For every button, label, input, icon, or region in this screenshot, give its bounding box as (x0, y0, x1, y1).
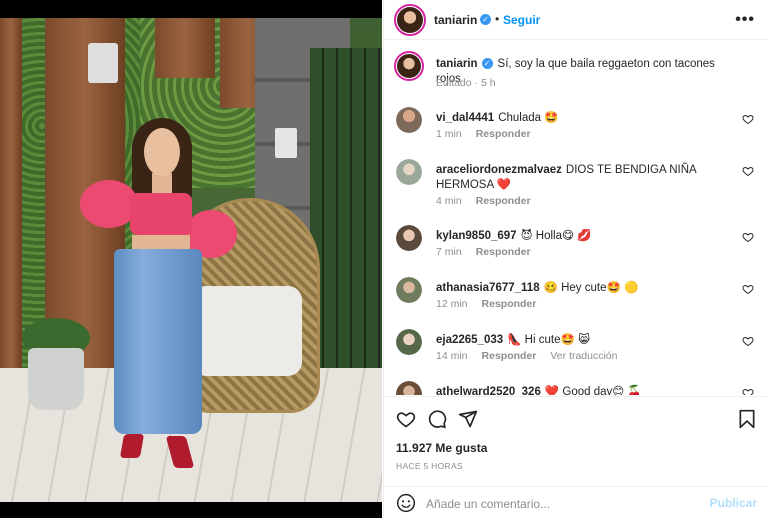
wood-beam-left (0, 18, 22, 368)
comment-body: 😈 Holla😋 💋 (520, 230, 592, 242)
comment-time: 1 min (436, 128, 462, 140)
comment-username[interactable]: athelward2520_326 (436, 386, 541, 395)
separator-dot: • (495, 12, 500, 26)
comment-meta: 4 min Responder (436, 195, 545, 207)
reply-button[interactable]: Responder (476, 246, 531, 258)
photo-scene (0, 18, 382, 502)
avatar[interactable] (396, 381, 422, 395)
post-header: taniarin ✓ • Seguir ••• (384, 0, 768, 40)
comment-text: vi_dal4441 Chulada 🤩 (436, 111, 741, 126)
bookmark-icon[interactable] (737, 409, 757, 429)
publish-button[interactable]: Publicar (710, 496, 757, 510)
avatar[interactable] (396, 225, 422, 251)
emoji-icon[interactable] (396, 493, 416, 513)
comment-username[interactable]: kylan9850_697 (436, 230, 517, 242)
comment-input[interactable] (426, 495, 696, 513)
heart-icon[interactable] (742, 113, 754, 125)
comment-body: ❤️ Good day😊 🍒 (544, 386, 642, 395)
post-panel: taniarin ✓ • Seguir ••• taniarin ✓ Sí, soy… (383, 0, 768, 518)
follow-button[interactable]: Seguir (503, 13, 540, 27)
heart-icon[interactable] (742, 165, 754, 177)
comment-text: araceliordonezmalvaez DIOS TE BENDIGA NIÑ… (436, 163, 741, 193)
comment-username[interactable]: athanasia7677_118 (436, 282, 540, 294)
caption-meta: Editado · 5 h (436, 77, 496, 89)
comment-meta: 14 min Responder Ver traducción (436, 350, 631, 362)
post-timestamp: HACE 5 HORAS (396, 461, 463, 471)
comment-text: kylan9850_697 😈 Holla😋 💋 (436, 229, 741, 244)
caption-username[interactable]: taniarin (436, 58, 478, 70)
heart-icon[interactable] (742, 231, 754, 243)
avatar[interactable] (396, 107, 422, 133)
reply-button[interactable]: Responder (482, 350, 537, 362)
comment-text: eja2265_033 👠 Hi cute🤩 😸 (436, 333, 741, 348)
comment-body: 👠 Hi cute🤩 😸 (507, 334, 590, 346)
wood-panel-top (155, 18, 215, 78)
comment-body: Chulada 🤩 (498, 112, 559, 124)
verified-icon: ✓ (481, 58, 493, 70)
heart-icon[interactable] (396, 409, 416, 429)
post-actions: 11.927 Me gusta HACE 5 HORAS Publicar (384, 396, 768, 518)
avatar[interactable] (396, 159, 422, 185)
translate-link[interactable]: Ver traducción (550, 350, 617, 362)
comment-meta: 7 min Responder (436, 246, 545, 258)
comment-text: athanasia7677_118 🥴 Hey cute🤩 🟡 (436, 281, 741, 296)
comment-body: 🥴 Hey cute🤩 🟡 (543, 282, 639, 294)
avatar[interactable] (394, 51, 424, 81)
add-comment-bar: Publicar (384, 486, 768, 518)
comment-meta: 12 min Responder (436, 298, 550, 310)
avatar[interactable] (396, 277, 422, 303)
heart-icon[interactable] (742, 387, 754, 395)
heart-icon[interactable] (742, 283, 754, 295)
window-slats (310, 48, 382, 378)
wall-lamp (275, 128, 297, 158)
comment-username[interactable]: araceliordonezmalvaez (436, 164, 562, 176)
comment-time: 4 min (436, 195, 462, 207)
reply-button[interactable]: Responder (476, 128, 531, 140)
comment-time: 14 min (436, 350, 468, 362)
wall-lamp (88, 43, 118, 83)
share-icon[interactable] (458, 409, 478, 429)
heart-icon[interactable] (742, 335, 754, 347)
comment-username[interactable]: eja2265_033 (436, 334, 503, 346)
comment-time: 12 min (436, 298, 468, 310)
comment-time: 7 min (436, 246, 462, 258)
likes-count[interactable]: 11.927 Me gusta (396, 441, 487, 455)
comment-text: athelward2520_326 ❤️ Good day😊 🍒 (436, 385, 741, 395)
verified-icon: ✓ (480, 14, 491, 25)
woman-figure (70, 118, 240, 498)
avatar[interactable] (394, 4, 426, 36)
avatar[interactable] (396, 329, 422, 355)
reply-button[interactable]: Responder (476, 195, 531, 207)
comment-meta: 1 min Responder (436, 128, 545, 140)
comments-list[interactable]: taniarin ✓ Sí, soy la que baila reggaeton … (384, 41, 768, 395)
header-username[interactable]: taniarin (434, 13, 477, 27)
comment-username[interactable]: vi_dal4441 (436, 112, 494, 124)
post-image[interactable] (0, 0, 382, 518)
comment-icon[interactable] (427, 409, 447, 429)
more-icon[interactable]: ••• (735, 11, 755, 29)
reply-button[interactable]: Responder (482, 298, 537, 310)
